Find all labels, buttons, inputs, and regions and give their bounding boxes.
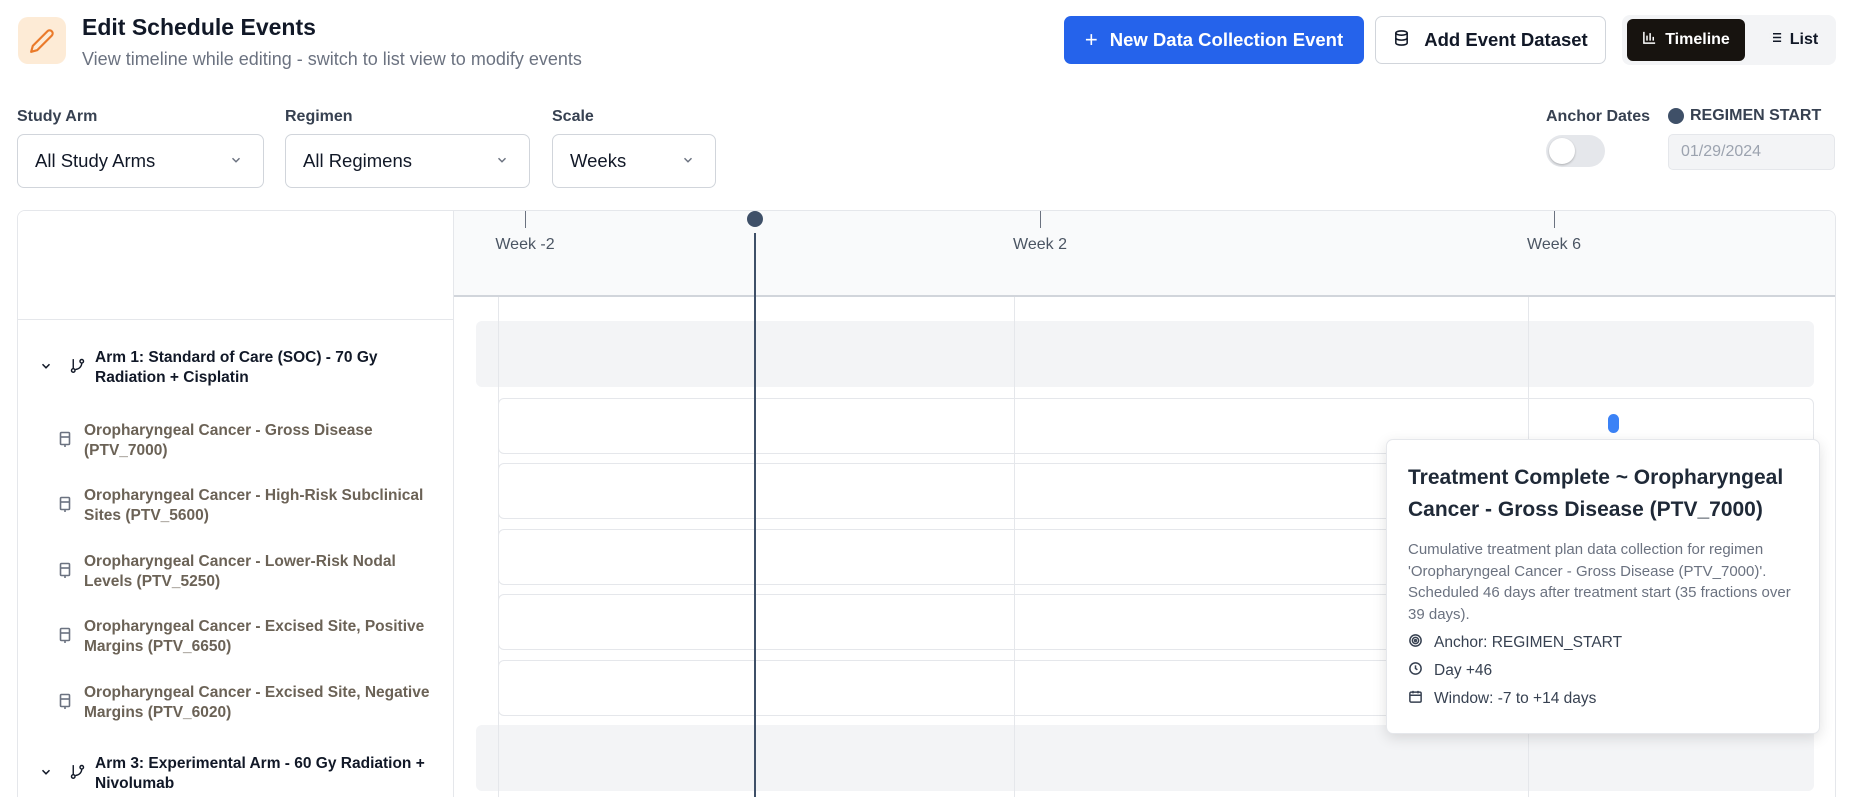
git-branch-icon: [69, 357, 86, 379]
regimen-label[interactable]: Oropharyngeal Cancer - Excised Site, Pos…: [84, 617, 444, 657]
list-icon: [1768, 30, 1783, 50]
regimen-select[interactable]: All Regimens: [285, 134, 530, 188]
target-icon: [1408, 633, 1423, 653]
tick-label: Week -2: [495, 236, 555, 253]
new-data-collection-event-button[interactable]: + New Data Collection Event: [1064, 16, 1364, 64]
chevron-down-icon[interactable]: [39, 359, 53, 378]
event-tooltip: Treatment Complete ~ Oropharyngeal Cance…: [1386, 439, 1820, 734]
scale-select[interactable]: Weeks: [552, 134, 716, 188]
tooltip-day-row: Day +46: [1408, 661, 1798, 681]
regimen-icon: [59, 431, 71, 452]
event-marker[interactable]: [1608, 414, 1619, 433]
regimen-label[interactable]: Oropharyngeal Cancer - Gross Disease (PT…: [84, 421, 444, 461]
tooltip-description: Cumulative treatment plan data collectio…: [1408, 541, 1791, 623]
regimen-label[interactable]: Oropharyngeal Cancer - Lower-Risk Nodal …: [84, 552, 444, 592]
plus-icon: +: [1084, 27, 1098, 52]
grid-line: [498, 297, 499, 797]
view-toggle: Timeline List: [1622, 15, 1836, 65]
clock-icon: [1408, 661, 1423, 681]
anchor-line: [754, 233, 756, 797]
regimen-icon: [59, 562, 71, 583]
pencil-icon: [18, 17, 66, 64]
anchor-marker[interactable]: [747, 211, 763, 227]
tooltip-title: Treatment Complete ~ Oropharyngeal Cance…: [1408, 466, 1784, 521]
arm-label[interactable]: Arm 3: Experimental Arm - 60 Gy Radiatio…: [95, 754, 445, 794]
tooltip-window-row: Window: -7 to +14 days: [1408, 689, 1798, 709]
chevron-down-icon: [495, 150, 509, 172]
chevron-down-icon: [681, 150, 695, 172]
regimen-label[interactable]: Oropharyngeal Cancer - High-Risk Subclin…: [84, 486, 444, 526]
regimen-icon: [59, 496, 71, 517]
arms-column-header: [18, 211, 454, 320]
page-subtitle: View timeline while editing - switch to …: [82, 49, 582, 69]
regimen-label: Regimen: [285, 108, 353, 125]
page-title: Edit Schedule Events: [82, 14, 316, 40]
chevron-down-icon: [229, 150, 243, 172]
grid-line: [1014, 297, 1015, 797]
tab-timeline[interactable]: Timeline: [1627, 19, 1745, 61]
scale-label: Scale: [552, 108, 594, 125]
bar-chart-icon: [1642, 30, 1657, 50]
regimen-start-date-field[interactable]: 01/29/2024: [1668, 134, 1835, 170]
git-branch-icon: [69, 763, 86, 785]
arm-label[interactable]: Arm 1: Standard of Care (SOC) - 70 Gy Ra…: [95, 348, 445, 388]
tooltip-anchor-row: Anchor: REGIMEN_START: [1408, 633, 1798, 653]
tab-list[interactable]: List: [1754, 19, 1832, 61]
tick-mark: [1554, 211, 1555, 228]
arm-lane: [476, 321, 1814, 387]
tick-label: Week 2: [1013, 236, 1067, 253]
anchor-dates-label: Anchor Dates: [1546, 108, 1651, 125]
anchor-dates-toggle[interactable]: [1546, 135, 1605, 167]
tick-mark: [1040, 211, 1041, 228]
anchor-dot-icon: [1668, 108, 1684, 124]
tick-label: Week 6: [1527, 236, 1581, 253]
timeline-axis: Week -2 Week 2 Week 6: [454, 211, 1835, 297]
arm-lane: [476, 725, 1814, 791]
study-arm-select[interactable]: All Study Arms: [17, 134, 264, 188]
tick-mark: [525, 211, 526, 228]
regimen-icon: [59, 627, 71, 648]
regimen-icon: [59, 693, 71, 714]
add-event-dataset-button[interactable]: Add Event Dataset: [1375, 16, 1606, 64]
calendar-icon: [1408, 689, 1423, 709]
database-icon: [1393, 29, 1410, 52]
regimen-label[interactable]: Oropharyngeal Cancer - Excised Site, Neg…: [84, 683, 444, 723]
toggle-knob: [1549, 138, 1575, 164]
regimen-start-label: REGIMEN START: [1668, 107, 1821, 125]
study-arm-label: Study Arm: [17, 108, 98, 125]
chevron-down-icon[interactable]: [39, 765, 53, 784]
